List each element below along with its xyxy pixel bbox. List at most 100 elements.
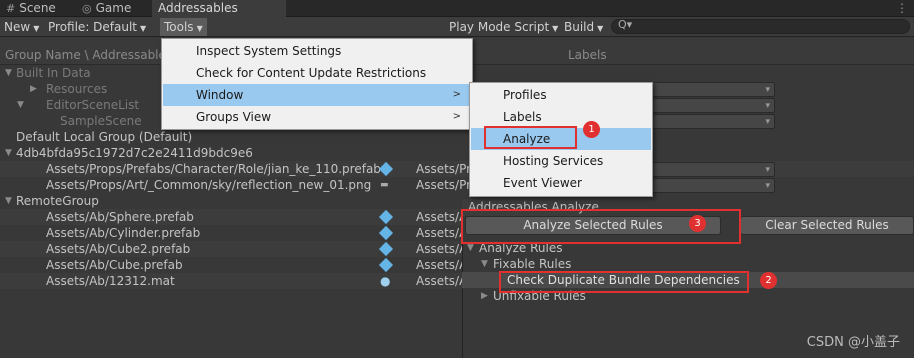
chevron-down-icon: ▼ (552, 24, 559, 33)
kebab-menu-icon[interactable]: ⋮ (896, 0, 908, 16)
group-label: Built In Data (16, 66, 91, 80)
labels-dropdown[interactable] (651, 114, 775, 130)
prefab-icon (378, 161, 394, 178)
chevron-down-icon: ▼ (33, 24, 40, 33)
fixable-rules-row[interactable]: ▼ Fixable Rules (462, 256, 914, 272)
labels-column[interactable]: Labels (568, 48, 607, 62)
game-icon: ◎ (82, 2, 92, 15)
play-mode-label: Play Mode Script (449, 20, 550, 34)
asset-name: Assets/Ab/Cylinder.prefab (46, 226, 201, 240)
profile-label: Profile: Default (48, 20, 138, 34)
search-icon: Q▾ (618, 18, 633, 31)
annotation-box-analyze (484, 126, 577, 149)
expand-arrow-icon[interactable]: ▶ (481, 288, 488, 304)
annotation-badge-1: 1 (583, 121, 600, 138)
tools-button[interactable]: Tools ▼ (160, 18, 207, 36)
expand-arrow-icon[interactable]: ▼ (5, 65, 12, 81)
chevron-down-icon: ▼ (597, 24, 604, 33)
expand-arrow-icon[interactable]: ▶ (30, 81, 37, 97)
menu-item-label: Inspect System Settings (196, 44, 342, 58)
tree-row-default-local[interactable]: Default Local Group (Default) (0, 129, 914, 145)
rule-label: Fixable Rules (493, 257, 572, 271)
menu-item-profiles[interactable]: Profiles (471, 84, 651, 106)
chevron-down-icon: ▼ (140, 24, 147, 33)
watermark: CSDN @小盖子 (806, 335, 900, 350)
labels-dropdown[interactable] (651, 162, 775, 178)
prefab-icon (378, 241, 394, 258)
texture-icon: ▬ (380, 180, 389, 190)
build-label: Build (564, 20, 595, 34)
asset-name: Assets/Ab/Cube2.prefab (46, 242, 191, 256)
new-label: New (4, 20, 31, 34)
menu-item-event-viewer[interactable]: Event Viewer (471, 172, 651, 194)
asset-path: Assets/A (416, 274, 468, 288)
asset-path: Assets/A (416, 242, 468, 256)
menu-item-label: Groups View (196, 110, 272, 124)
group-label: RemoteGroup (16, 194, 99, 208)
annotation-box-check-rule (499, 271, 749, 293)
expand-arrow-icon[interactable]: ▼ (5, 145, 12, 161)
asset-path: Assets/Pr (416, 162, 472, 176)
labels-dropdown[interactable] (651, 178, 775, 194)
labels-dropdown[interactable] (651, 82, 775, 98)
tab-game[interactable]: ◎ Game (76, 0, 137, 17)
menu-item-check-content-update[interactable]: Check for Content Update Restrictions (163, 62, 471, 84)
menu-item-label: Window (196, 88, 244, 102)
profile-dropdown[interactable]: Profile: Default ▼ (44, 18, 150, 36)
tools-label: Tools (164, 20, 194, 34)
menu-item-label: Check for Content Update Restrictions (196, 66, 427, 80)
tab-game-label: Game (95, 1, 132, 15)
annotation-badge-2: 2 (760, 272, 777, 289)
asset-path: Assets/A (416, 226, 468, 240)
tools-menu: Inspect System Settings Check for Conten… (161, 38, 473, 130)
asset-path: Assets/A (416, 258, 468, 272)
expand-arrow-icon[interactable]: ▼ (481, 256, 488, 272)
tree-row-hash-group[interactable]: ▼ 4db4bfda95c1972d7c2e2411d9bdc9e6 (0, 145, 914, 161)
prefab-icon (378, 209, 394, 226)
group-label: 4db4bfda95c1972d7c2e2411d9bdc9e6 (16, 146, 253, 160)
entry-label: EditorSceneList (46, 98, 140, 112)
chevron-down-icon: ▼ (196, 24, 203, 33)
expand-arrow-icon[interactable]: ▼ (5, 193, 12, 209)
menu-item-labels[interactable]: Labels (471, 106, 651, 128)
menu-item-groups-view[interactable]: Groups View > (163, 106, 471, 128)
menu-item-label: Profiles (503, 88, 547, 102)
menu-item-label: Hosting Services (503, 154, 604, 168)
asset-path: Assets/Pr (416, 178, 472, 192)
tab-scene[interactable]: # Scene (0, 0, 62, 17)
expand-arrow-icon[interactable]: ▼ (17, 97, 24, 113)
tree-row-asset[interactable]: Assets/Props/Art/_Common/sky/reflection_… (0, 177, 914, 194)
tab-bar: #Scene ◎Game Addressables Groups ⋮ (0, 0, 914, 31)
asset-name: Assets/Props/Prefabs/Character/Role/jian… (46, 162, 381, 176)
annotation-badge-3: 3 (689, 215, 706, 232)
prefab-icon (378, 257, 394, 274)
build-dropdown[interactable]: Build ▼ (560, 18, 607, 36)
asset-name: Assets/Props/Art/_Common/sky/reflection_… (46, 178, 372, 192)
search-input[interactable]: Q▾ (611, 18, 910, 34)
labels-dropdown[interactable] (651, 98, 775, 114)
entry-label: SampleScene (60, 114, 142, 128)
chevron-right-icon: > (452, 89, 461, 100)
tree-row-asset[interactable]: Assets/Props/Prefabs/Character/Role/jian… (0, 161, 914, 178)
menu-item-label: Labels (503, 110, 542, 124)
menu-item-label: Event Viewer (503, 176, 582, 190)
asset-path: Assets/A (416, 210, 468, 224)
group-name-column[interactable]: Group Name \ Addressable N (5, 48, 179, 62)
menu-item-inspect-system-settings[interactable]: Inspect System Settings (163, 40, 471, 62)
asset-name: Assets/Ab/12312.mat (46, 274, 175, 288)
prefab-icon (378, 225, 394, 242)
tab-addressables-groups[interactable]: Addressables Groups (152, 0, 286, 31)
asset-name: Assets/Ab/Cube.prefab (46, 258, 183, 272)
entry-label: Resources (46, 82, 108, 96)
menu-item-window[interactable]: Window > (163, 84, 471, 106)
tab-scene-label: Scene (19, 1, 56, 15)
chevron-right-icon: > (452, 111, 461, 122)
material-icon: ● (380, 274, 391, 288)
asset-name: Assets/Ab/Sphere.prefab (46, 210, 194, 224)
new-button[interactable]: New ▼ (0, 18, 43, 36)
scene-icon: # (6, 2, 16, 15)
play-mode-script-dropdown[interactable]: Play Mode Script ▼ (445, 18, 562, 36)
group-label: Default Local Group (Default) (16, 130, 193, 144)
clear-selected-rules-button[interactable]: Clear Selected Rules (740, 216, 914, 235)
menu-item-hosting-services[interactable]: Hosting Services (471, 150, 651, 172)
